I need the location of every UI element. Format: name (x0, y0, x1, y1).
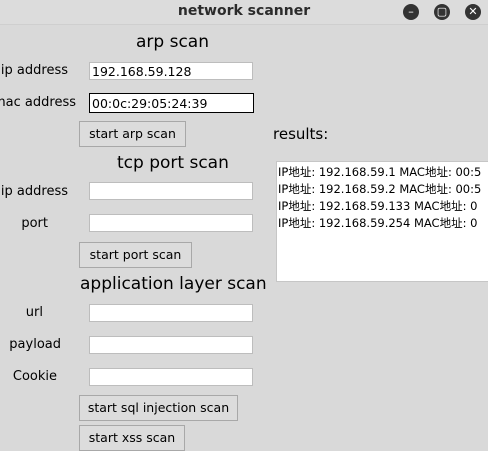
cookie-input[interactable] (89, 368, 253, 386)
tcp-ip-label: ip address (0, 184, 68, 199)
start-arp-scan-button[interactable]: start arp scan (79, 121, 186, 147)
minimize-button[interactable]: – (403, 4, 419, 20)
list-item[interactable]: IP地址: 192.168.59.1 MAC地址: 00:5 (277, 164, 488, 181)
url-label: url (25, 305, 43, 320)
payload-input[interactable] (89, 336, 253, 354)
results-label: results: (273, 125, 329, 143)
cookie-label: Cookie (12, 369, 57, 384)
application-layer-scan-heading: application layer scan (80, 274, 267, 294)
arp-scan-heading: arp scan (136, 32, 209, 52)
maximize-button[interactable]: ▢ (434, 4, 450, 20)
start-sql-injection-scan-button[interactable]: start sql injection scan (79, 395, 238, 421)
list-item[interactable]: IP地址: 192.168.59.254 MAC地址: 0 (277, 215, 488, 232)
arp-mac-label: mac address (0, 95, 76, 110)
arp-ip-input[interactable] (89, 62, 253, 80)
port-input[interactable] (89, 214, 253, 232)
tcp-ip-input[interactable] (89, 182, 253, 200)
results-listbox[interactable]: IP地址: 192.168.59.1 MAC地址: 00:5 IP地址: 192… (276, 161, 488, 282)
arp-mac-input[interactable] (89, 93, 254, 113)
port-label: port (21, 216, 48, 231)
tcp-port-scan-heading: tcp port scan (117, 153, 229, 173)
close-button[interactable]: ✕ (465, 4, 481, 20)
title-bar: network scanner – ▢ ✕ (0, 0, 488, 25)
list-item[interactable]: IP地址: 192.168.59.133 MAC地址: 0 (277, 198, 488, 215)
arp-ip-label: ip address (0, 63, 68, 78)
start-port-scan-button[interactable]: start port scan (79, 242, 192, 268)
start-xss-scan-button[interactable]: start xss scan (79, 425, 185, 451)
url-input[interactable] (89, 304, 253, 322)
list-item[interactable]: IP地址: 192.168.59.2 MAC地址: 00:5 (277, 181, 488, 198)
payload-label: payload (9, 337, 61, 352)
